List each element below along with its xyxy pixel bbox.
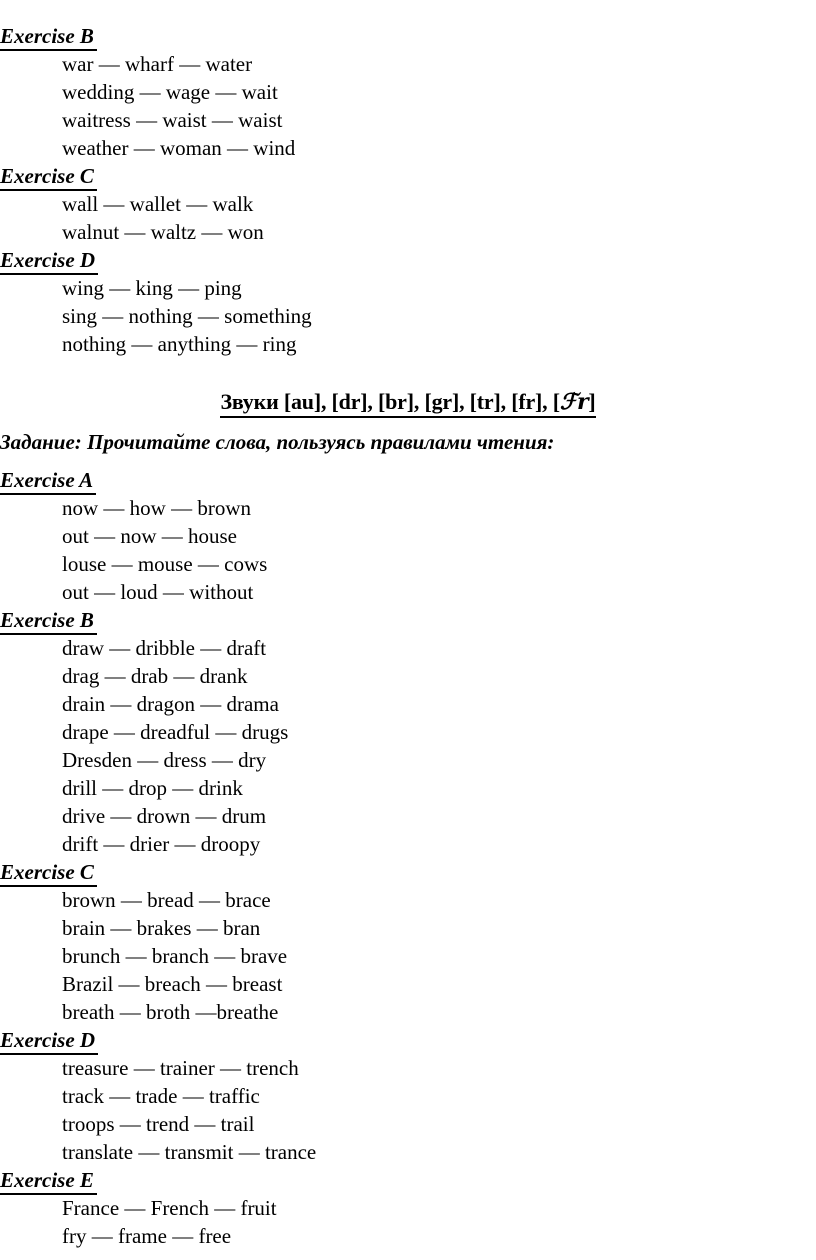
word-line: drift — drier — droopy <box>62 832 261 856</box>
word-line: track — trade — traffic <box>62 1084 260 1108</box>
exercise-heading-text: Exercise C <box>0 164 97 191</box>
exercise-section: Exercise B war — wharf — water wedding —… <box>0 22 816 162</box>
word-line: brunch — branch — brave <box>62 944 288 968</box>
word-line: brain — brakes — bran <box>62 916 261 940</box>
word-line: drag — drab — drank <box>62 664 248 688</box>
exercise-section: Exercise A now — how — brown out — now —… <box>0 466 816 606</box>
exercise-group-top: Exercise B war — wharf — water wedding —… <box>0 22 816 358</box>
exercise-section: Exercise C wall — wallet — walk walnut —… <box>0 162 816 246</box>
word-line: war — wharf — water <box>62 52 253 76</box>
word-line: France — French — fruit <box>62 1196 277 1220</box>
exercise-heading-text: Exercise D <box>0 248 99 275</box>
word-line: troops — trend — trail <box>62 1112 255 1136</box>
sounds-title-suffix: ] <box>588 389 596 414</box>
task-instruction: Задание: Прочитайте слова, пользуясь пра… <box>0 430 555 454</box>
title-spacer <box>0 420 816 428</box>
word-line: drill — drop — drink <box>62 776 243 800</box>
word-line: weather — woman — wind <box>62 136 296 160</box>
exercise-section: Exercise D wing — king — ping sing — not… <box>0 246 816 358</box>
document-content: Exercise B war — wharf — water wedding —… <box>0 22 816 1250</box>
sounds-title: Звуки [au], [dr], [br], [gr], [tr], [fr]… <box>220 388 596 418</box>
exercise-heading: Exercise A <box>0 466 816 495</box>
exercise-heading-text: Exercise E <box>0 1168 97 1195</box>
exercise-heading-text: Exercise B <box>0 24 97 51</box>
word-line: breath — broth —breathe <box>62 1000 279 1024</box>
word-line: out — loud — without <box>62 580 254 604</box>
word-line: wall — wallet — walk <box>62 192 254 216</box>
word-line: translate — transmit — trance <box>62 1140 317 1164</box>
word-line: waitress — waist — waist <box>62 108 283 132</box>
exercise-heading: Exercise B <box>0 22 816 51</box>
exercise-heading-text: Exercise A <box>0 468 97 495</box>
task-spacer <box>0 458 816 466</box>
word-line: fry — frame — free <box>62 1224 232 1248</box>
sounds-title-list: [au], [dr], [br], [gr], [tr], [fr], [ <box>283 389 560 414</box>
document-page: Exercise B war — wharf — water wedding —… <box>0 0 816 1260</box>
word-line: wing — king — ping <box>62 276 242 300</box>
word-line: louse — mouse — cows <box>62 552 268 576</box>
script-fr-symbol: ℱr <box>559 389 589 415</box>
word-line: brown — bread — brace <box>62 888 271 912</box>
exercise-section: Exercise D treasure — trainer — trench t… <box>0 1026 816 1166</box>
word-line: Dresden — dress — dry <box>62 748 267 772</box>
exercise-heading: Exercise D <box>0 1026 816 1055</box>
exercise-heading-text: Exercise B <box>0 608 97 635</box>
exercise-heading: Exercise E <box>0 1166 816 1195</box>
exercise-group-bottom: Exercise A now — how — brown out — now —… <box>0 466 816 1250</box>
word-line: walnut — waltz — won <box>62 220 264 244</box>
sounds-title-container: Звуки [au], [dr], [br], [gr], [tr], [fr]… <box>0 388 816 420</box>
word-line: draw — dribble — draft <box>62 636 267 660</box>
exercise-heading: Exercise D <box>0 246 816 275</box>
word-line: out — now — house <box>62 524 237 548</box>
word-line: Brazil — breach — breast <box>62 972 283 996</box>
exercise-heading: Exercise C <box>0 858 816 887</box>
word-line: drain — dragon — drama <box>62 692 279 716</box>
exercise-heading: Exercise B <box>0 606 816 635</box>
exercise-section: Exercise E France — French — fruit fry —… <box>0 1166 816 1250</box>
word-line: drive — drown — drum <box>62 804 267 828</box>
sounds-title-prefix: Звуки <box>220 389 284 414</box>
word-line: sing — nothing — something <box>62 304 312 328</box>
word-line: nothing — anything — ring <box>62 332 297 356</box>
word-line: drape — dreadful — drugs <box>62 720 289 744</box>
exercise-heading-text: Exercise C <box>0 860 97 887</box>
word-line: treasure — trainer — trench <box>62 1056 299 1080</box>
exercise-heading: Exercise C <box>0 162 816 191</box>
exercise-section: Exercise C brown — bread — brace brain —… <box>0 858 816 1026</box>
word-line: wedding — wage — wait <box>62 80 278 104</box>
exercise-heading-text: Exercise D <box>0 1028 99 1055</box>
word-line: now — how — brown <box>62 496 251 520</box>
exercise-section: Exercise B draw — dribble — draft drag —… <box>0 606 816 858</box>
